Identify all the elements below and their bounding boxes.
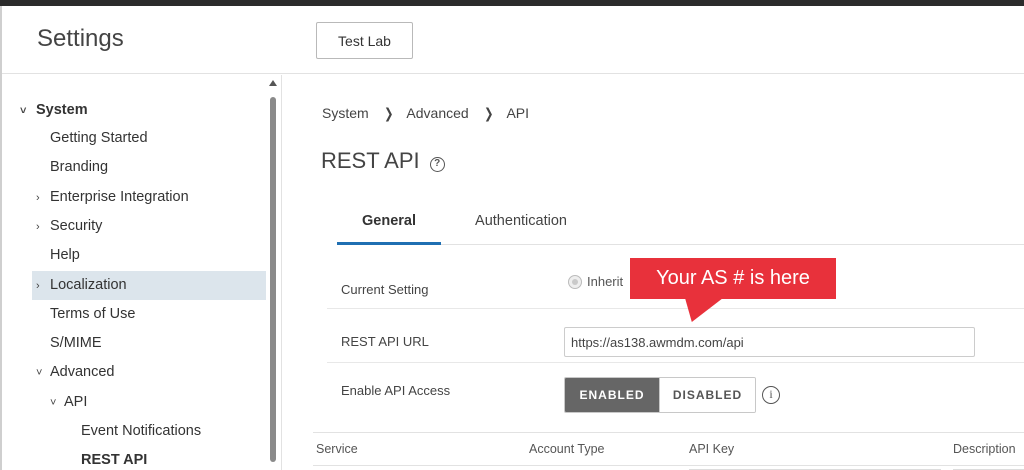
disabled-button[interactable]: DISABLED bbox=[659, 378, 755, 412]
api-table-header: Service Account Type API Key Description bbox=[313, 432, 1024, 466]
test-lab-button[interactable]: Test Lab bbox=[316, 22, 413, 59]
rest-api-url-field[interactable] bbox=[564, 327, 975, 357]
sidebar-item-label: Terms of Use bbox=[50, 306, 136, 322]
sidebar-item-label: Event Notifications bbox=[81, 423, 202, 439]
sidebar-item-label: Advanced bbox=[50, 364, 115, 380]
chevron-right-icon: › bbox=[36, 280, 40, 292]
sidebar-item-localization[interactable]: › Localization bbox=[32, 271, 266, 300]
scroll-up-arrow-icon[interactable] bbox=[269, 80, 277, 86]
page-title: REST API bbox=[321, 148, 420, 173]
sidebar-item-label: Branding bbox=[50, 159, 109, 175]
column-header-api-key[interactable]: API Key bbox=[689, 442, 734, 456]
chevron-right-icon: › bbox=[36, 221, 40, 233]
chevron-right-icon: ❯ bbox=[483, 105, 494, 121]
breadcrumb-item-advanced[interactable]: Advanced bbox=[406, 105, 468, 121]
sidebar-item-rest-api[interactable]: REST API bbox=[81, 446, 261, 470]
sidebar-item-label: Enterprise Integration bbox=[50, 189, 189, 205]
tab-authentication[interactable]: Authentication bbox=[463, 205, 579, 245]
sidebar-item-enterprise-integration[interactable]: › Enterprise Integration bbox=[36, 183, 260, 212]
tab-bar: General Authentication bbox=[337, 205, 1024, 245]
sidebar-item-branding[interactable]: Branding bbox=[50, 153, 260, 182]
sidebar-item-event-notifications[interactable]: Event Notifications bbox=[81, 417, 261, 446]
sidebar-item-label: API bbox=[64, 394, 88, 410]
chevron-down-icon: ˅ bbox=[20, 105, 27, 117]
info-icon[interactable]: i bbox=[762, 386, 780, 404]
annotation-callout: Your AS # is here bbox=[630, 258, 836, 299]
sidebar-item-help[interactable]: Help bbox=[50, 241, 260, 270]
sidebar-item-getting-started[interactable]: Getting Started bbox=[50, 124, 260, 153]
inherit-label: Inherit bbox=[587, 274, 624, 289]
column-header-service[interactable]: Service bbox=[316, 442, 358, 456]
sidebar-item-security[interactable]: › Security bbox=[36, 212, 260, 241]
page-title-row: REST API? bbox=[321, 148, 445, 174]
scrollbar-thumb[interactable] bbox=[270, 97, 276, 462]
sidebar-item-advanced[interactable]: ˅ Advanced bbox=[36, 358, 260, 387]
breadcrumb: System ❯ Advanced ❯ API bbox=[322, 105, 529, 122]
breadcrumb-item-system[interactable]: System bbox=[322, 105, 369, 121]
sidebar-item-terms-of-use[interactable]: Terms of Use bbox=[50, 300, 260, 329]
sidebar-item-label: REST API bbox=[81, 452, 148, 468]
sidebar: ˅ System Getting Started Branding › Enterp… bbox=[2, 75, 282, 470]
enable-api-access-toggle: ENABLED DISABLED bbox=[564, 377, 756, 413]
tab-general[interactable]: General bbox=[337, 205, 441, 245]
header: Settings Test Lab bbox=[2, 6, 1024, 74]
sidebar-item-system[interactable]: ˅ System bbox=[20, 96, 260, 125]
chevron-right-icon: ❯ bbox=[383, 105, 394, 121]
column-header-account-type[interactable]: Account Type bbox=[529, 442, 605, 456]
sidebar-item-api[interactable]: ˅ API bbox=[50, 388, 260, 417]
current-setting-label: Current Setting bbox=[341, 282, 429, 297]
chevron-down-icon: ˅ bbox=[50, 397, 57, 409]
enabled-button[interactable]: ENABLED bbox=[565, 378, 659, 412]
sidebar-item-label: S/MIME bbox=[50, 335, 102, 351]
inherit-radio[interactable] bbox=[568, 275, 582, 289]
column-header-description[interactable]: Description bbox=[953, 442, 1016, 456]
help-icon[interactable]: ? bbox=[429, 157, 445, 172]
header-title: Settings bbox=[37, 25, 124, 52]
sidebar-item-label: Localization bbox=[50, 277, 127, 293]
sidebar-item-label: Getting Started bbox=[50, 130, 148, 146]
app-shell: Settings Test Lab ˅ System Getting Starte… bbox=[0, 6, 1024, 470]
chevron-down-icon: ˅ bbox=[36, 367, 43, 379]
chevron-right-icon: › bbox=[36, 192, 40, 204]
sidebar-item-label: System bbox=[36, 102, 88, 118]
sidebar-scrollbar[interactable] bbox=[267, 75, 279, 470]
rest-api-url-label: REST API URL bbox=[341, 334, 429, 349]
sidebar-item-smime[interactable]: S/MIME bbox=[50, 329, 260, 358]
breadcrumb-item-api: API bbox=[506, 105, 530, 121]
sidebar-item-label: Help bbox=[50, 247, 80, 263]
enable-api-access-label: Enable API Access bbox=[341, 383, 451, 398]
sidebar-item-label: Security bbox=[50, 218, 103, 234]
